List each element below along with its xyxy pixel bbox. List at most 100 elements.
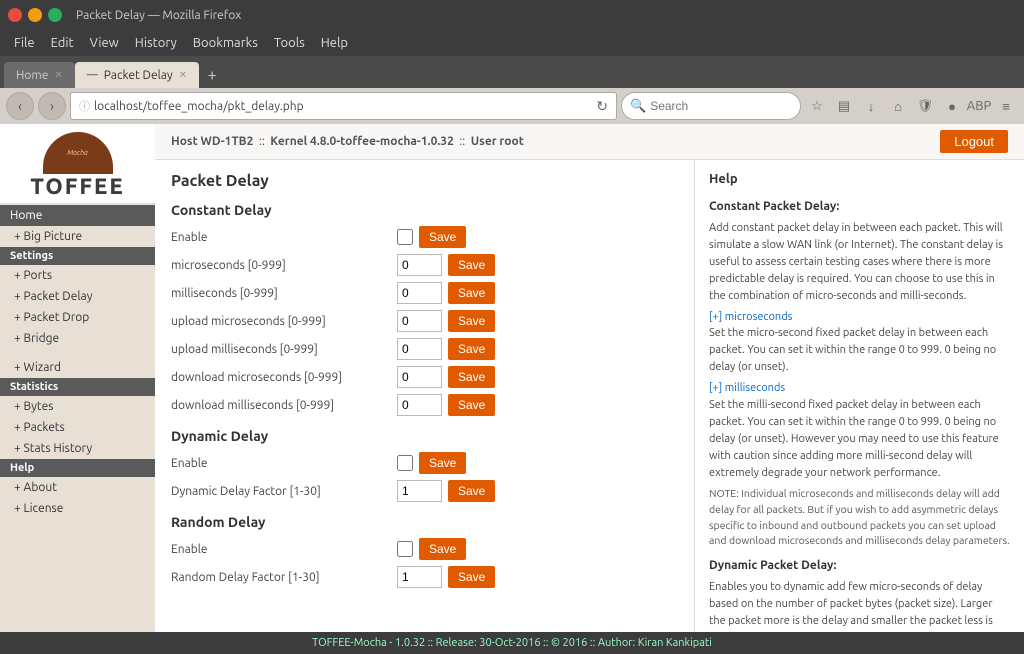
constant-delay-title: Constant Delay xyxy=(171,202,678,218)
random-enable-checkbox[interactable] xyxy=(397,541,413,557)
abp-icon[interactable]: ABP xyxy=(967,94,991,118)
form-area: Packet Delay Constant Delay Enable Save … xyxy=(155,160,694,632)
refresh-button[interactable]: ↻ xyxy=(596,98,608,115)
menu-icon[interactable]: ≡ xyxy=(994,94,1018,118)
sidebar-item-ports[interactable]: + Ports xyxy=(0,265,155,286)
random-factor-input[interactable] xyxy=(397,566,442,588)
milliseconds-input[interactable] xyxy=(397,282,442,304)
search-bar[interactable]: 🔍 xyxy=(621,92,801,120)
constant-enable-checkbox[interactable] xyxy=(397,229,413,245)
random-factor-row: Random Delay Factor [1-30] Save xyxy=(171,566,678,588)
search-input[interactable] xyxy=(650,99,792,113)
home-icon[interactable]: ⌂ xyxy=(886,94,910,118)
sidebar-item-bridge[interactable]: + Bridge xyxy=(0,328,155,349)
host-info: Host WD-1TB2 :: Kernel 4.8.0-toffee-moch… xyxy=(171,135,524,148)
back-button[interactable]: ‹ xyxy=(6,92,34,120)
tab-packet-delay[interactable]: — Packet Delay ✕ xyxy=(75,62,199,88)
random-factor-save[interactable]: Save xyxy=(448,566,495,588)
new-tab-button[interactable]: + xyxy=(199,62,225,88)
constant-enable-save[interactable]: Save xyxy=(419,226,466,248)
download-milliseconds-save[interactable]: Save xyxy=(448,394,495,416)
browser-icon[interactable]: ● xyxy=(940,94,964,118)
dynamic-factor-input[interactable] xyxy=(397,480,442,502)
download-milliseconds-row: download milliseconds [0-999] Save xyxy=(171,394,678,416)
upload-milliseconds-label: upload milliseconds [0-999] xyxy=(171,343,391,356)
tab-packet-delay-close[interactable]: ✕ xyxy=(179,69,187,81)
upload-microseconds-label: upload microseconds [0-999] xyxy=(171,315,391,328)
security-icon: ⓘ xyxy=(79,98,90,114)
dynamic-factor-save[interactable]: Save xyxy=(448,480,495,502)
tab-packet-delay-label: Packet Delay xyxy=(104,69,173,82)
random-delay-title: Random Delay xyxy=(171,514,678,530)
tab-icon: — xyxy=(87,69,98,81)
maximize-button[interactable] xyxy=(48,8,62,22)
sidebar-item-about[interactable]: + About xyxy=(0,477,155,498)
sidebar-item-wizard[interactable]: + Wizard xyxy=(0,357,155,378)
sidebar-section-help: Help xyxy=(0,459,155,477)
download-microseconds-save[interactable]: Save xyxy=(448,366,495,388)
milliseconds-row: milliseconds [0-999] Save xyxy=(171,282,678,304)
tab-home[interactable]: Home ✕ xyxy=(4,62,75,88)
sidebar-item-license[interactable]: + License xyxy=(0,498,155,519)
help-note: NOTE: Individual microseconds and millis… xyxy=(709,486,1010,549)
url-bar[interactable]: ⓘ localhost/toffee_mocha/pkt_delay.php ↻ xyxy=(70,92,617,120)
dynamic-enable-row: Enable Save xyxy=(171,452,678,474)
reader-icon[interactable]: ▤ xyxy=(832,94,856,118)
close-button[interactable] xyxy=(8,8,22,22)
menu-view[interactable]: View xyxy=(82,34,127,52)
upload-microseconds-input[interactable] xyxy=(397,310,442,332)
titlebar-title: Packet Delay — Mozilla Firefox xyxy=(76,9,241,22)
sidebar-item-bigpicture[interactable]: + Big Picture xyxy=(0,226,155,247)
sidebar-section-statistics: Statistics xyxy=(0,378,155,396)
url-text[interactable]: localhost/toffee_mocha/pkt_delay.php xyxy=(94,100,592,113)
help-microseconds-link[interactable]: [+] microseconds xyxy=(709,309,1010,326)
forward-button[interactable]: › xyxy=(38,92,66,120)
dynamic-delay-title: Dynamic Delay xyxy=(171,428,678,444)
sidebar-spacer xyxy=(0,349,155,357)
bookmark-icon[interactable]: ☆ xyxy=(805,94,829,118)
microseconds-row: microseconds [0-999] Save xyxy=(171,254,678,276)
sidebar-item-packets[interactable]: + Packets xyxy=(0,417,155,438)
menu-tools[interactable]: Tools xyxy=(266,34,313,52)
download-milliseconds-input[interactable] xyxy=(397,394,442,416)
upload-milliseconds-row: upload milliseconds [0-999] Save xyxy=(171,338,678,360)
sidebar-item-packet-drop[interactable]: + Packet Drop xyxy=(0,307,155,328)
kernel-value: 4.8.0-toffee-mocha-1.0.32 xyxy=(310,135,454,148)
tab-home-close[interactable]: ✕ xyxy=(54,69,62,81)
sidebar-item-stats-history[interactable]: + Stats History xyxy=(0,438,155,459)
upload-milliseconds-input[interactable] xyxy=(397,338,442,360)
microseconds-save[interactable]: Save xyxy=(448,254,495,276)
dynamic-enable-save[interactable]: Save xyxy=(419,452,466,474)
dynamic-factor-row: Dynamic Delay Factor [1-30] Save xyxy=(171,480,678,502)
logout-button[interactable]: Logout xyxy=(940,130,1008,153)
sidebar-item-bytes[interactable]: + Bytes xyxy=(0,396,155,417)
content-header: Host WD-1TB2 :: Kernel 4.8.0-toffee-moch… xyxy=(155,124,1024,160)
microseconds-input[interactable] xyxy=(397,254,442,276)
help-milliseconds-text: Set the milli-second fixed packet delay … xyxy=(709,397,1010,482)
constant-enable-label: Enable xyxy=(171,231,391,244)
download-microseconds-input[interactable] xyxy=(397,366,442,388)
milliseconds-save[interactable]: Save xyxy=(448,282,495,304)
dynamic-enable-label: Enable xyxy=(171,457,391,470)
menu-bookmarks[interactable]: Bookmarks xyxy=(185,34,266,52)
statusbar-text: TOFFEE-Mocha - 1.0.32 :: Release: 30-Oct… xyxy=(312,637,712,649)
menu-file[interactable]: File xyxy=(6,34,43,52)
menu-help[interactable]: Help xyxy=(313,34,356,52)
content-area: Host WD-1TB2 :: Kernel 4.8.0-toffee-moch… xyxy=(155,124,1024,632)
menu-history[interactable]: History xyxy=(127,34,185,52)
shield-icon[interactable]: 🛡 xyxy=(913,94,937,118)
dynamic-enable-checkbox[interactable] xyxy=(397,455,413,471)
help-milliseconds-link[interactable]: [+] milliseconds xyxy=(709,380,1010,397)
menu-edit[interactable]: Edit xyxy=(43,34,82,52)
download-microseconds-label: download microseconds [0-999] xyxy=(171,371,391,384)
random-enable-save[interactable]: Save xyxy=(419,538,466,560)
download-icon[interactable]: ↓ xyxy=(859,94,883,118)
sidebar-item-home[interactable]: Home xyxy=(0,205,155,226)
minimize-button[interactable] xyxy=(28,8,42,22)
sidebar-item-packet-delay[interactable]: + Packet Delay xyxy=(0,286,155,307)
upload-milliseconds-save[interactable]: Save xyxy=(448,338,495,360)
upload-microseconds-save[interactable]: Save xyxy=(448,310,495,332)
logo-area: Mocha TOFFEE xyxy=(0,124,155,203)
sidebar-section-settings: Settings xyxy=(0,247,155,265)
kernel-label: Kernel xyxy=(270,135,307,148)
